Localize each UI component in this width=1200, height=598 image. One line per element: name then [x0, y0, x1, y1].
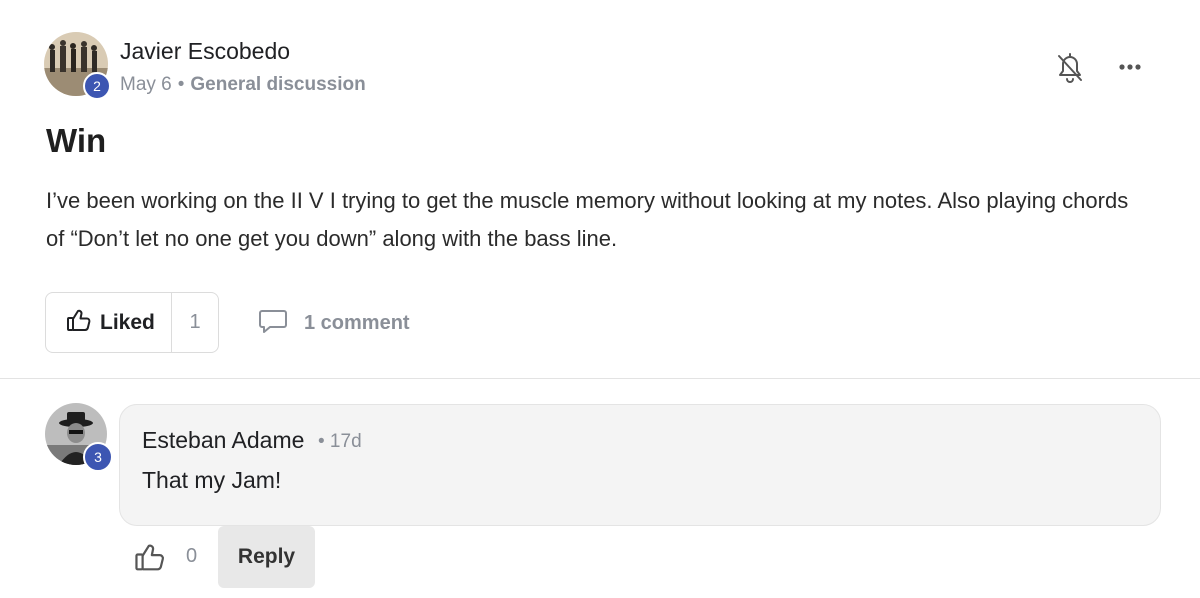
like-count[interactable]: 1	[172, 293, 218, 352]
comment-like-count: 0	[186, 545, 198, 567]
like-button-group: Liked 1	[45, 292, 219, 353]
reply-button[interactable]: Reply	[218, 526, 315, 588]
more-horizontal-icon[interactable]	[1114, 52, 1146, 82]
author-name[interactable]: Javier Escobedo	[120, 38, 290, 65]
post-meta: May 6 • General discussion	[120, 74, 366, 96]
comment-bubble-icon	[258, 307, 288, 340]
thumbs-up-icon	[66, 307, 92, 338]
comments-link[interactable]: 1 comment	[258, 306, 410, 340]
post-divider	[0, 378, 1200, 379]
comment-author-level-badge: 3	[83, 442, 113, 472]
comment-text: That my Jam!	[142, 467, 282, 493]
like-button[interactable]: Liked	[46, 293, 172, 352]
meta-separator: •	[177, 74, 185, 95]
bell-off-icon[interactable]	[1054, 50, 1086, 86]
comment-author-name[interactable]: Esteban Adame	[142, 427, 304, 454]
comment-avatar-wrap: 3	[45, 403, 115, 473]
post-body: I’ve been working on the II V I trying t…	[46, 188, 1129, 251]
post-category-link[interactable]: General discussion	[190, 74, 365, 95]
comment-thumbs-up-icon[interactable]	[134, 540, 166, 574]
comment-bubble: Esteban Adame • 17d That my Jam!	[119, 404, 1161, 526]
post-title: Win	[46, 122, 107, 159]
like-button-label: Liked	[100, 310, 155, 334]
comment-count-label: 1 comment	[304, 311, 410, 334]
comment-timestamp: • 17d	[318, 431, 362, 452]
post-date: May 6	[120, 74, 172, 95]
post-header: 2 Javier Escobedo May 6 • General discussi…	[44, 32, 1156, 102]
author-level-badge: 2	[83, 72, 111, 100]
